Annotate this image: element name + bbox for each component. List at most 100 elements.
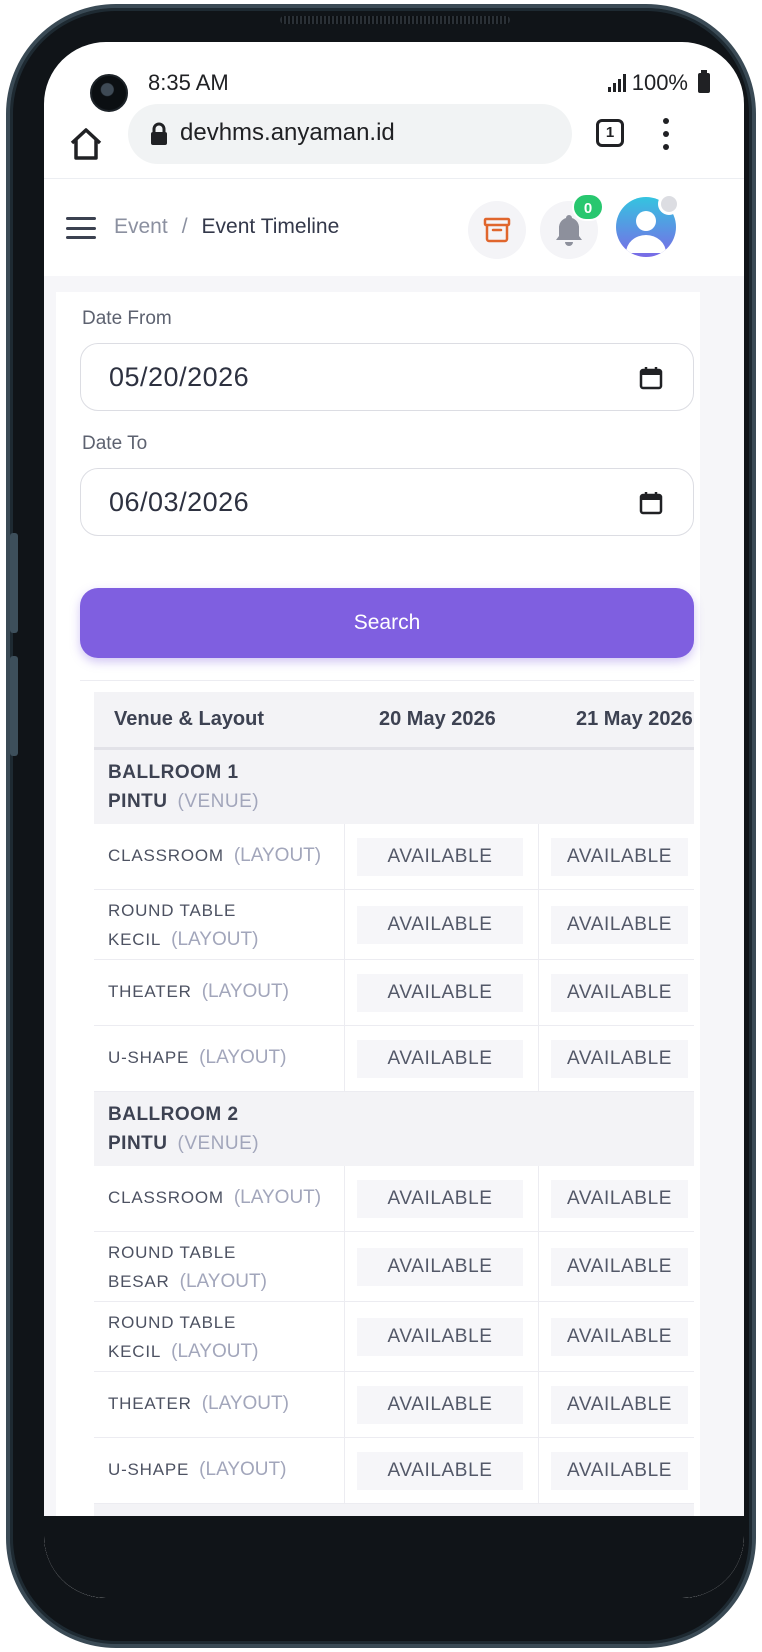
layout-name: ROUND TABLE KECIL (LAYOUT) [108, 896, 298, 954]
column-divider [344, 1026, 345, 1091]
layout-name: ROUND TABLE KECIL (LAYOUT) [108, 1308, 298, 1366]
date-from-value: 05/20/2026 [109, 362, 250, 392]
status-bar: 8:35 AM 100% [44, 64, 744, 104]
venue-tag: (VENUE) [177, 791, 260, 812]
speaker-grille [280, 16, 510, 24]
layout-name: U-SHAPE (LAYOUT) [108, 1455, 348, 1484]
layout-name-text: THEATER [108, 1394, 192, 1413]
availability-cell[interactable]: AVAILABLE [357, 906, 523, 944]
availability-cell[interactable]: AVAILABLE [551, 1248, 688, 1286]
online-status-dot [658, 193, 680, 215]
column-divider [538, 1438, 539, 1503]
availability-cell[interactable]: AVAILABLE [357, 1318, 523, 1356]
search-button[interactable]: Search [80, 588, 694, 658]
lock-icon [151, 122, 167, 145]
layout-name: U-SHAPE (LAYOUT) [108, 1043, 348, 1072]
venue-tag: (VENUE) [177, 1133, 260, 1154]
availability-cell[interactable]: AVAILABLE [551, 1040, 688, 1078]
url-text: devhms.anyaman.id [180, 119, 395, 146]
availability-cell[interactable]: AVAILABLE [357, 1248, 523, 1286]
breadcrumb: Event / Event Timeline [114, 215, 339, 239]
column-divider [538, 960, 539, 1025]
date-from-label: Date From [82, 308, 172, 329]
calendar-icon[interactable] [639, 491, 663, 515]
date-from-field[interactable]: 05/20/2026 [80, 343, 694, 411]
availability-cell[interactable]: AVAILABLE [357, 974, 523, 1012]
archive-button[interactable] [468, 201, 526, 259]
availability-cell[interactable]: AVAILABLE [357, 838, 523, 876]
browser-menu-button[interactable] [656, 114, 676, 154]
availability-cell[interactable]: AVAILABLE [551, 1318, 688, 1356]
column-divider [538, 1232, 539, 1301]
availability-cell[interactable]: AVAILABLE [357, 1180, 523, 1218]
venue-row: BALLROOM 2 PINTU (VENUE) [94, 1092, 694, 1166]
tab-switcher-button[interactable]: 1 [596, 119, 624, 147]
column-divider [344, 890, 345, 959]
column-divider [344, 1166, 345, 1231]
column-divider [344, 1232, 345, 1301]
availability-cell[interactable]: AVAILABLE [551, 1386, 688, 1424]
column-divider [538, 824, 539, 889]
table-row: CLASSROOM (LAYOUT) AVAILABLE AVAILABLE [94, 824, 694, 890]
column-divider [538, 1302, 539, 1371]
layout-tag: (LAYOUT) [171, 929, 259, 950]
column-divider [344, 824, 345, 889]
battery-icon [698, 70, 710, 93]
column-header-date: 20 May 2026 [379, 708, 496, 730]
table-body: BALLROOM 1 PINTU (VENUE) CLASSROOM (LAYOUT)… [94, 750, 694, 1578]
date-to-field[interactable]: 06/03/2026 [80, 468, 694, 536]
archive-icon [483, 217, 511, 243]
availability-cell[interactable]: AVAILABLE [551, 974, 688, 1012]
table-row: U-SHAPE (LAYOUT) AVAILABLE AVAILABLE [94, 1026, 694, 1092]
breadcrumb-separator: / [181, 215, 188, 238]
availability-cell[interactable]: AVAILABLE [357, 1040, 523, 1078]
availability-cell[interactable]: AVAILABLE [357, 1386, 523, 1424]
notification-count-badge: 0 [572, 193, 604, 221]
column-divider [538, 890, 539, 959]
availability-cell[interactable]: AVAILABLE [551, 906, 688, 944]
layout-tag: (LAYOUT) [171, 1341, 259, 1362]
signal-icon [607, 74, 626, 92]
table-row: THEATER (LAYOUT) AVAILABLE AVAILABLE [94, 960, 694, 1026]
table-row: THEATER (LAYOUT) AVAILABLE AVAILABLE [94, 1372, 694, 1438]
column-divider [344, 1372, 345, 1437]
column-divider [538, 1026, 539, 1091]
column-divider [344, 1438, 345, 1503]
layout-name: THEATER (LAYOUT) [108, 977, 348, 1006]
status-time: 8:35 AM [148, 70, 229, 95]
layout-tag: (LAYOUT) [199, 1047, 287, 1068]
calendar-icon[interactable] [639, 366, 663, 390]
column-divider [538, 1166, 539, 1231]
volume-button [10, 533, 18, 633]
layout-name-text: U-SHAPE [108, 1048, 190, 1067]
layout-name-text: CLASSROOM [108, 1188, 224, 1207]
event-timeline-table: Venue & Layout 20 May 2026 21 May 2026 B… [94, 692, 694, 1578]
date-to-value: 06/03/2026 [109, 487, 250, 517]
table-row: CLASSROOM (LAYOUT) AVAILABLE AVAILABLE [94, 1166, 694, 1232]
phone-frame: 8:35 AM 100% devhms.anyaman.id 1 Event /… [6, 4, 756, 1648]
availability-cell[interactable]: AVAILABLE [551, 1452, 688, 1490]
layout-tag: (LAYOUT) [201, 981, 289, 1002]
availability-cell[interactable]: AVAILABLE [551, 1180, 688, 1218]
layout-name-text: U-SHAPE [108, 1460, 190, 1479]
address-bar[interactable]: devhms.anyaman.id [128, 104, 572, 164]
app-header: Event / Event Timeline 0 [44, 178, 744, 276]
venue-name: BALLROOM 1 PINTU (VENUE) [108, 758, 328, 816]
layout-name-text: THEATER [108, 982, 192, 1001]
layout-tag: (LAYOUT) [233, 845, 322, 866]
column-divider [344, 960, 345, 1025]
status-indicators: 100% [607, 70, 710, 96]
column-header-venue: Venue & Layout [114, 708, 265, 730]
screen: 8:35 AM 100% devhms.anyaman.id 1 Event /… [44, 42, 744, 1598]
layout-tag: (LAYOUT) [233, 1187, 322, 1208]
availability-cell[interactable]: AVAILABLE [551, 838, 688, 876]
breadcrumb-current: Event Timeline [201, 215, 340, 238]
venue-row: BALLROOM 1 PINTU (VENUE) [94, 750, 694, 824]
breadcrumb-parent[interactable]: Event [114, 215, 168, 239]
hamburger-menu-icon[interactable] [66, 217, 96, 239]
availability-cell[interactable]: AVAILABLE [357, 1452, 523, 1490]
home-icon[interactable] [66, 124, 106, 164]
venue-name: BALLROOM 2 PINTU (VENUE) [108, 1100, 328, 1158]
column-divider [538, 1372, 539, 1437]
power-button [10, 656, 18, 756]
